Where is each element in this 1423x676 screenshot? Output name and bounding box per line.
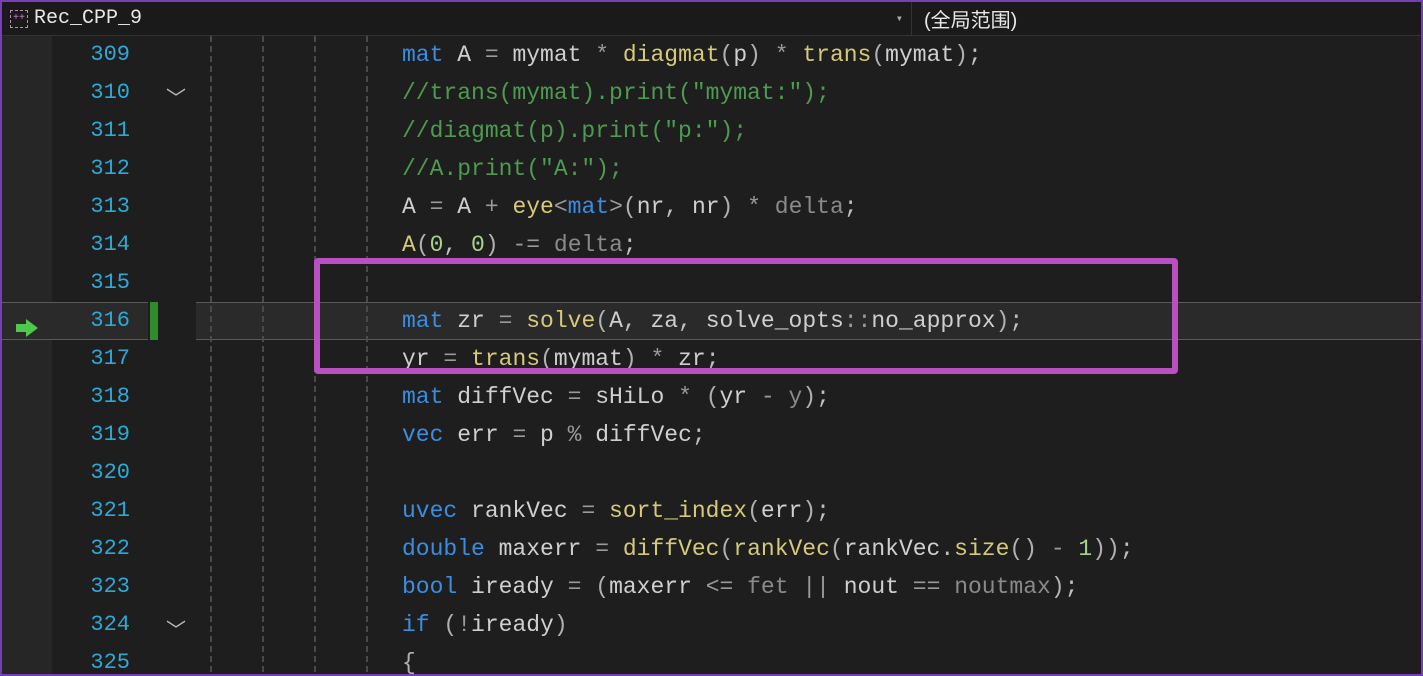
- scope-dropdown[interactable]: (全局范围): [912, 2, 1421, 35]
- breakpoint-gutter[interactable]: [2, 36, 52, 674]
- line-number[interactable]: 320: [52, 454, 130, 492]
- code-line[interactable]: if (!iready): [196, 606, 1421, 644]
- code-line[interactable]: A = A + eye<mat>(nr, nr) * delta;: [196, 188, 1421, 226]
- code-line[interactable]: double maxerr = diffVec(rankVec(rankVec.…: [196, 530, 1421, 568]
- code-line[interactable]: uvec rankVec = sort_index(err);: [196, 492, 1421, 530]
- modification-gutter: [148, 36, 162, 674]
- project-icon: ++: [10, 10, 28, 28]
- project-dropdown[interactable]: ++ Rec_CPP_9 ▾: [2, 2, 912, 35]
- editor-area[interactable]: 3093103113123133143153163173183193203213…: [2, 36, 1421, 674]
- line-number[interactable]: 322: [52, 530, 130, 568]
- code-area[interactable]: mat A = mymat * diagmat(p) * trans(mymat…: [196, 36, 1421, 674]
- code-line[interactable]: //diagmat(p).print("p:");: [196, 112, 1421, 150]
- line-number[interactable]: 318: [52, 378, 130, 416]
- code-line[interactable]: A(0, 0) -= delta;: [196, 226, 1421, 264]
- code-line[interactable]: mat zr = solve(A, za, solve_opts::no_app…: [196, 302, 1421, 340]
- line-number-gutter[interactable]: 3093103113123133143153163173183193203213…: [52, 36, 148, 674]
- code-line[interactable]: bool iready = (maxerr <= fet || nout == …: [196, 568, 1421, 606]
- code-line[interactable]: [196, 454, 1421, 492]
- line-number[interactable]: 324: [52, 606, 130, 644]
- code-line[interactable]: mat A = mymat * diagmat(p) * trans(mymat…: [196, 36, 1421, 74]
- project-name: Rec_CPP_9: [34, 7, 142, 30]
- toolbar: ++ Rec_CPP_9 ▾ (全局范围): [2, 2, 1421, 36]
- line-number[interactable]: 311: [52, 112, 130, 150]
- chevron-down-icon: ▾: [896, 11, 903, 26]
- line-number[interactable]: 325: [52, 644, 130, 674]
- line-number[interactable]: 315: [52, 264, 130, 302]
- code-line[interactable]: //trans(mymat).print("mymat:");: [196, 74, 1421, 112]
- editor-window: ++ Rec_CPP_9 ▾ (全局范围) 309310311312313314…: [0, 0, 1423, 676]
- line-number[interactable]: 323: [52, 568, 130, 606]
- line-number[interactable]: 319: [52, 416, 130, 454]
- code-line[interactable]: yr = trans(mymat) * zr;: [196, 340, 1421, 378]
- code-line[interactable]: mat diffVec = sHiLo * (yr - y);: [196, 378, 1421, 416]
- modified-marker: [150, 302, 158, 340]
- line-number[interactable]: 314: [52, 226, 130, 264]
- code-line[interactable]: {: [196, 644, 1421, 674]
- line-number[interactable]: 312: [52, 150, 130, 188]
- line-number[interactable]: 309: [52, 36, 130, 74]
- line-number[interactable]: 321: [52, 492, 130, 530]
- scope-label: (全局范围): [924, 4, 1017, 33]
- fold-gutter[interactable]: ﹀﹀: [162, 36, 196, 674]
- line-number[interactable]: 316: [52, 302, 130, 340]
- code-line[interactable]: vec err = p % diffVec;: [196, 416, 1421, 454]
- line-number[interactable]: 317: [52, 340, 130, 378]
- line-number[interactable]: 313: [52, 188, 130, 226]
- code-line[interactable]: //A.print("A:");: [196, 150, 1421, 188]
- code-line[interactable]: [196, 264, 1421, 302]
- line-number[interactable]: 310: [52, 74, 130, 112]
